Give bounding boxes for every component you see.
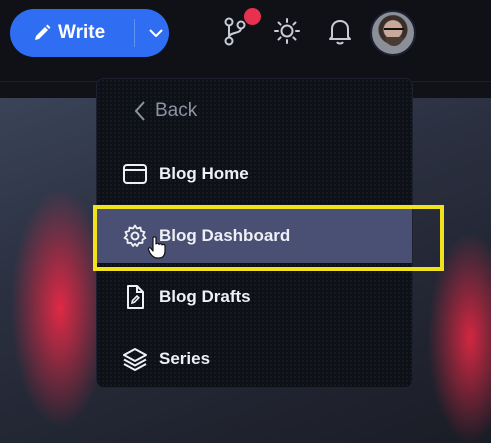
chevron-left-icon (127, 98, 153, 124)
menu-item-series[interactable]: Series (97, 332, 412, 386)
write-button-divider (134, 19, 135, 47)
menu-item-label: Series (159, 349, 211, 368)
menu-item-label: Blog Home (159, 164, 249, 183)
layers-icon (122, 346, 148, 372)
pencil-icon (32, 23, 52, 43)
menu-item-label: Blog Drafts (159, 287, 251, 306)
write-button[interactable]: Write (10, 9, 169, 57)
avatar[interactable] (370, 10, 416, 56)
chevron-down-icon[interactable] (148, 26, 164, 40)
hand-pointer-icon (147, 235, 167, 259)
bell-icon[interactable] (324, 14, 356, 48)
window-icon (122, 161, 148, 187)
menu-back-button[interactable]: Back (97, 84, 412, 138)
avatar-glasses (384, 28, 404, 33)
menu-item-blog-drafts[interactable]: Blog Drafts (97, 270, 412, 324)
file-pen-icon (122, 284, 148, 310)
avatar-beard (385, 37, 403, 46)
notification-badge (244, 8, 261, 25)
sun-icon[interactable] (271, 14, 303, 48)
gear-icon (122, 223, 148, 249)
menu-back-label: Back (155, 100, 198, 121)
blog-dropdown-menu: Back Blog Home Blog Dashboard Blog Draft… (96, 78, 413, 388)
menu-item-blog-home[interactable]: Blog Home (97, 147, 412, 201)
menu-item-label: Blog Dashboard (159, 226, 291, 245)
menu-item-blog-dashboard[interactable]: Blog Dashboard (97, 209, 412, 263)
write-button-label: Write (58, 22, 106, 43)
